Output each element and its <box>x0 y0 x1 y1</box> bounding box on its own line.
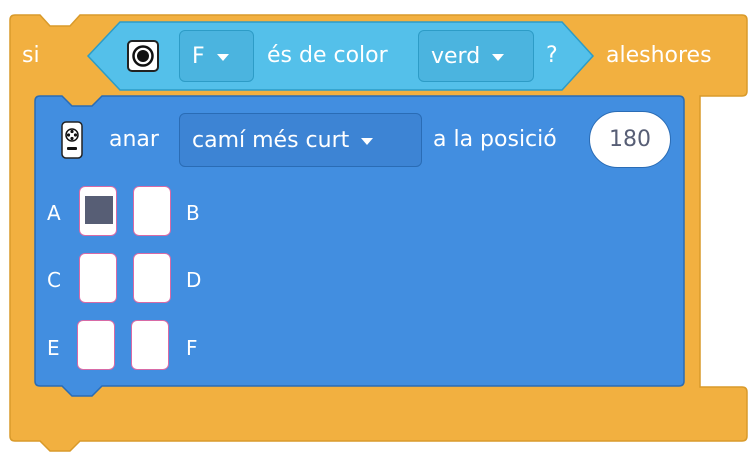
chevron-down-icon <box>361 137 374 145</box>
color-dropdown[interactable]: verd <box>418 30 534 82</box>
position-input[interactable]: 180 <box>589 111 671 168</box>
port-label-b: B <box>186 201 200 225</box>
if-label: si <box>22 43 40 68</box>
chevron-down-icon <box>492 53 505 61</box>
position-value: 180 <box>609 127 651 152</box>
chevron-down-icon <box>216 53 229 61</box>
color-sensor-icon <box>127 40 159 72</box>
sensor-port-dropdown[interactable]: F <box>179 30 254 82</box>
port-label-d: D <box>186 268 202 292</box>
port-b-toggle[interactable] <box>133 186 171 236</box>
port-c-toggle[interactable] <box>79 253 117 303</box>
direction-dropdown[interactable]: camí més curt <box>179 113 422 167</box>
motor-icon <box>61 121 83 159</box>
color-value: verd <box>431 43 481 69</box>
sensor-port-value: F <box>192 43 205 69</box>
port-selected-indicator <box>85 196 113 224</box>
port-label-f: F <box>186 336 198 360</box>
port-label-a: A <box>47 201 61 225</box>
port-f-toggle[interactable] <box>131 320 169 370</box>
go-label: anar <box>109 127 159 152</box>
question-mark: ? <box>546 43 558 68</box>
port-a-toggle[interactable] <box>79 186 117 236</box>
direction-value: camí més curt <box>192 127 350 153</box>
port-d-toggle[interactable] <box>133 253 171 303</box>
port-label-c: C <box>47 268 61 292</box>
to-position-label: a la posició <box>433 127 557 152</box>
then-label: aleshores <box>606 43 712 68</box>
port-e-toggle[interactable] <box>77 320 115 370</box>
is-color-label: és de color <box>267 43 388 68</box>
port-label-e: E <box>47 336 60 360</box>
